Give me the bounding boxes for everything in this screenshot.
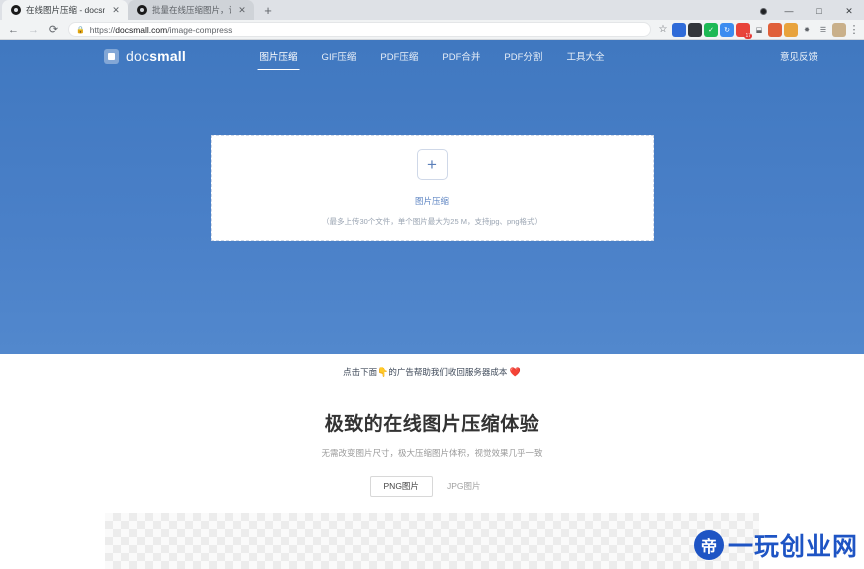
browser-tab-2[interactable]: 批量在线压缩图片，让你图片更… ✕ xyxy=(128,0,254,20)
extension-badge-count: 17 xyxy=(744,33,752,39)
url-text: https://docsmall.com/image-compress xyxy=(90,25,233,35)
lower-section: 点击下面👇的广告帮助我们收回服务器成本 ❤️ 极致的在线图片压缩体验 无需改变图… xyxy=(0,354,864,569)
browser-window: 在线图片压缩 - docsmall·在线… ✕ 批量在线压缩图片，让你图片更… … xyxy=(0,0,864,569)
profile-avatar-icon[interactable] xyxy=(832,23,846,37)
extension-blue-icon[interactable] xyxy=(672,23,686,37)
hero-section: docsmall 图片压缩 GIF压缩 PDF压缩 PDF合并 PDF分割 工具… xyxy=(0,40,864,354)
site-nav-links: 图片压缩 GIF压缩 PDF压缩 PDF合并 PDF分割 工具大全 xyxy=(258,40,607,72)
tab-favicon-icon xyxy=(11,5,21,15)
bookmark-star-icon[interactable]: ☆ xyxy=(656,23,670,37)
logo-small: small xyxy=(149,48,186,64)
dropzone-title: 图片压缩 xyxy=(415,195,449,207)
site-navbar: docsmall 图片压缩 GIF压缩 PDF压缩 PDF合并 PDF分割 工具… xyxy=(0,40,864,72)
logo-mark-icon xyxy=(104,49,119,64)
extension-red-badge-icon[interactable]: 17 xyxy=(736,23,750,37)
nav-item-pdf-merge[interactable]: PDF合并 xyxy=(440,40,482,72)
extension-download-icon[interactable]: ⬓ xyxy=(752,23,766,37)
nav-item-feedback[interactable]: 意见反馈 xyxy=(780,49,818,63)
extension-list-icon[interactable]: ☰ xyxy=(816,23,830,37)
extension-yellow-icon[interactable] xyxy=(784,23,798,37)
tab-close-icon[interactable]: ✕ xyxy=(236,4,248,16)
url-host: docsmall.com xyxy=(115,25,167,35)
nav-item-gif-compress[interactable]: GIF压缩 xyxy=(320,40,359,72)
point-down-icon: 👇 xyxy=(377,367,388,377)
add-file-button[interactable]: + xyxy=(417,149,448,180)
tab-title: 在线图片压缩 - docsmall·在线… xyxy=(26,4,105,16)
heart-icon: ❤️ xyxy=(510,367,521,377)
window-controls: — □ ✕ xyxy=(752,0,864,22)
dropzone-hint: （最多上传30个文件，单个图片最大为25 M，支持jpg、png格式） xyxy=(322,216,542,227)
nav-item-image-compress[interactable]: 图片压缩 xyxy=(258,40,300,72)
new-tab-button[interactable]: + xyxy=(258,0,278,20)
nav-item-all-tools[interactable]: 工具大全 xyxy=(564,40,606,72)
page-content: docsmall 图片压缩 GIF压缩 PDF压缩 PDF合并 PDF分割 工具… xyxy=(0,40,864,569)
nav-item-pdf-compress[interactable]: PDF压缩 xyxy=(378,40,420,72)
logo-doc: doc xyxy=(126,48,149,64)
ad-line-before: 点击下面 xyxy=(343,367,377,377)
reload-button[interactable]: ⟳ xyxy=(44,20,63,39)
tab-png-image[interactable]: PNG图片 xyxy=(370,476,433,497)
tab-close-icon[interactable]: ✕ xyxy=(110,4,122,16)
profile-circle-icon[interactable] xyxy=(752,0,774,22)
browser-menu-button[interactable]: ⋮ xyxy=(848,23,860,36)
preview-transparency-area xyxy=(105,513,759,569)
tab-strip: 在线图片压缩 - docsmall·在线… ✕ 批量在线压缩图片，让你图片更… … xyxy=(0,0,864,20)
file-dropzone[interactable]: + 图片压缩 （最多上传30个文件，单个图片最大为25 M，支持jpg、png格… xyxy=(211,135,654,241)
browser-tab-1[interactable]: 在线图片压缩 - docsmall·在线… ✕ xyxy=(2,0,128,20)
lock-icon: 🔒 xyxy=(76,26,85,34)
page-subtitle: 无需改变图片尺寸，极大压缩图片体积，视觉效果几乎一致 xyxy=(0,447,864,459)
extension-orange-icon[interactable] xyxy=(768,23,782,37)
extension-dark-icon[interactable] xyxy=(688,23,702,37)
close-window-button[interactable]: ✕ xyxy=(834,0,864,22)
extension-toolbar: ☆ ✓ ↻ 17 ⬓ ✸ ☰ ⋮ xyxy=(656,23,860,37)
format-tabs: PNG图片 JPG图片 xyxy=(0,476,864,497)
tab-jpg-image[interactable]: JPG图片 xyxy=(433,476,495,497)
back-button[interactable]: ← xyxy=(4,20,23,39)
address-bar[interactable]: 🔒 https://docsmall.com/image-compress xyxy=(68,22,651,37)
extension-blue-refresh-icon[interactable]: ↻ xyxy=(720,23,734,37)
maximize-button[interactable]: □ xyxy=(804,0,834,22)
extension-puzzle-icon[interactable]: ✸ xyxy=(800,23,814,37)
browser-toolbar: ← → ⟳ 🔒 https://docsmall.com/image-compr… xyxy=(0,20,864,40)
minimize-button[interactable]: — xyxy=(774,0,804,22)
forward-button[interactable]: → xyxy=(24,20,43,39)
tab-title: 批量在线压缩图片，让你图片更… xyxy=(152,4,231,16)
ad-line-after: 的广告帮助我们收回服务器成本 xyxy=(388,367,507,377)
logo-text: docsmall xyxy=(126,48,186,64)
url-scheme: https:// xyxy=(90,25,116,35)
ad-support-line: 点击下面👇的广告帮助我们收回服务器成本 ❤️ xyxy=(0,354,864,378)
site-logo[interactable]: docsmall xyxy=(104,48,186,64)
page-title: 极致的在线图片压缩体验 xyxy=(0,409,864,436)
nav-item-pdf-split[interactable]: PDF分割 xyxy=(502,40,544,72)
extension-green-check-icon[interactable]: ✓ xyxy=(704,23,718,37)
dropzone-wrapper: + 图片压缩 （最多上传30个文件，单个图片最大为25 M，支持jpg、png格… xyxy=(0,72,864,241)
url-path: /image-compress xyxy=(167,25,232,35)
tab-favicon-icon xyxy=(137,5,147,15)
